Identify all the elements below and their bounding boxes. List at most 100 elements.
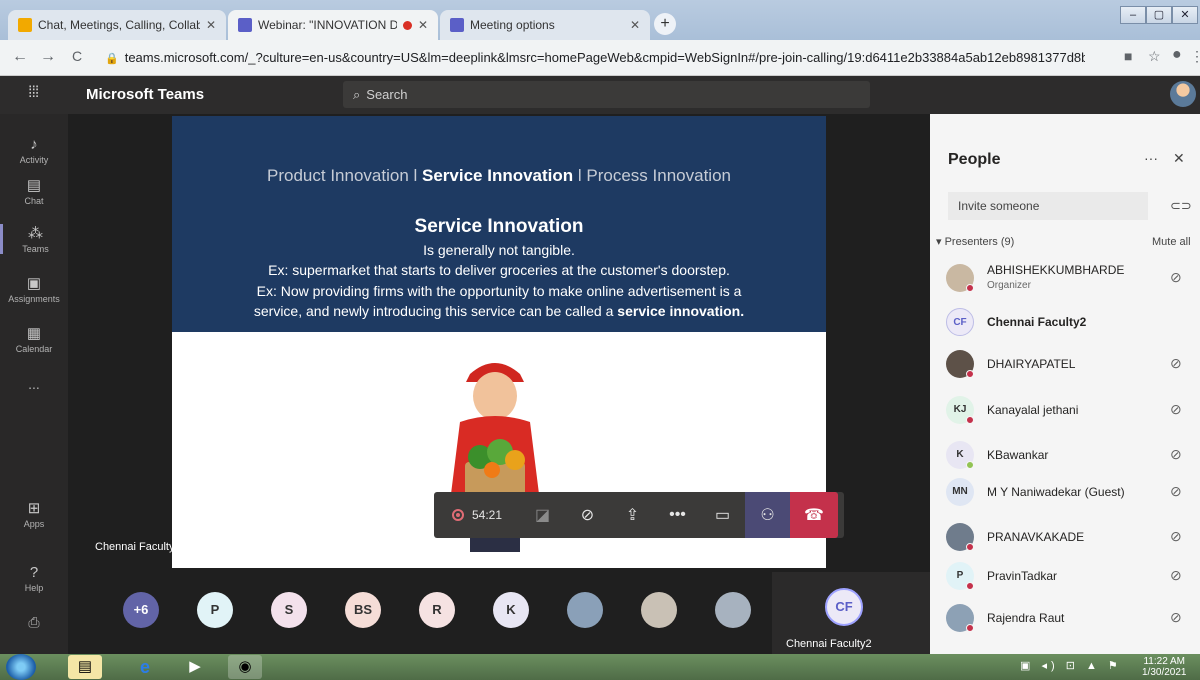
shared-slide-header: Product Innovation l Service Innovation …	[172, 116, 826, 332]
invite-someone-input[interactable]: Invite someone	[948, 192, 1148, 220]
slide-line: Is generally not tangible.	[423, 242, 575, 258]
avatar-label: S	[284, 602, 294, 617]
rail-item-assignments[interactable]: ▣ Assignments	[0, 274, 68, 304]
participant-row[interactable]: ABHISHEKKUMBHARDE Organizer ⊘	[944, 258, 1194, 298]
chat-toggle-button[interactable]: ▭	[700, 492, 745, 538]
participant-avatar[interactable]: S	[271, 592, 307, 628]
rail-label: Chat	[24, 196, 44, 206]
avatar-label: R	[432, 602, 442, 617]
participant-name: PravinTadkar	[987, 569, 1058, 583]
rail-item-help[interactable]: ? Help	[0, 564, 68, 593]
mic-muted-icon[interactable]: ⊘	[1170, 567, 1182, 584]
rail-item-more[interactable]: ...	[0, 376, 68, 392]
rail-item-teams[interactable]: ⁂ Teams	[0, 224, 68, 254]
tab-label: Meeting options	[470, 18, 555, 32]
internet-explorer-icon[interactable]: e	[128, 655, 162, 679]
maximize-button[interactable]: ▢	[1146, 6, 1172, 24]
participant-name: KBawankar	[987, 448, 1049, 462]
participant-avatar[interactable]: P	[197, 592, 233, 628]
slide-line: Ex: supermarket that starts to deliver g…	[268, 262, 730, 278]
rail-item-chat[interactable]: ▤ Chat	[0, 176, 68, 206]
presenters-group-header[interactable]: ▾ Presenters (9)	[936, 235, 1014, 248]
participant-row[interactable]: MN M Y Naniwadekar (Guest) ⊘	[944, 472, 1194, 512]
user-avatar[interactable]	[1170, 81, 1196, 107]
tab-meeting-options[interactable]: Meeting options ✕	[440, 10, 650, 40]
participant-photo-avatar[interactable]	[641, 592, 677, 628]
forward-button[interactable]: →	[40, 48, 56, 66]
camera-off-icon: ◪	[534, 507, 551, 524]
mic-muted-icon[interactable]: ⊘	[1170, 401, 1182, 418]
more-actions-button[interactable]: •••	[655, 492, 700, 538]
more-icon: ...	[28, 376, 40, 392]
close-panel-icon[interactable]: ✕	[1173, 150, 1185, 167]
participant-photo-avatar[interactable]	[567, 592, 603, 628]
mic-muted-icon[interactable]: ⊘	[1170, 528, 1182, 545]
participant-avatar[interactable]: BS	[345, 592, 381, 628]
app-launcher-icon[interactable]: ⁞⁞⁞	[28, 84, 39, 102]
bookmark-star-icon[interactable]: ☆	[1148, 48, 1161, 65]
participants-toggle-button[interactable]: ⚇	[745, 492, 790, 538]
lock-icon: 🔒	[105, 53, 119, 65]
participant-avatar[interactable]: R	[419, 592, 455, 628]
tab-webinar[interactable]: Webinar: "INNOVATION DRI ✕	[228, 10, 438, 40]
camera-blocked-icon[interactable]: ■	[1124, 48, 1132, 64]
back-button[interactable]: ←	[12, 48, 28, 66]
taskbar-clock[interactable]: 11:22 AM 1/30/2021	[1142, 656, 1187, 678]
bell-icon: ♪	[30, 136, 38, 153]
participant-avatar[interactable]: K	[493, 592, 529, 628]
close-window-button[interactable]: ✕	[1172, 6, 1198, 24]
rail-label: Calendar	[15, 344, 53, 354]
brand-title: Microsoft Teams	[86, 86, 205, 103]
start-button[interactable]	[6, 654, 36, 680]
self-avatar: CF	[825, 588, 863, 626]
participant-row[interactable]: Rajendra Raut ⊘	[944, 598, 1194, 638]
url-field[interactable]: 🔒 teams.microsoft.com/_?culture=en-us&cou…	[105, 46, 1085, 70]
participant-row[interactable]: P PravinTadkar ⊘	[944, 556, 1194, 596]
close-tab-icon[interactable]: ✕	[418, 18, 428, 32]
hang-up-button[interactable]: ☎	[790, 492, 838, 538]
speaker-name-label: Chennai Faculty2	[95, 541, 181, 553]
participant-row[interactable]: CF Chennai Faculty2	[944, 302, 1194, 342]
slide-line: Ex: Now providing firms with the opportu…	[256, 283, 742, 299]
camera-off-button[interactable]: ◪	[520, 492, 565, 538]
mic-muted-icon[interactable]: ⊘	[1170, 269, 1182, 286]
rail-item-activity[interactable]: ♪ Activity	[0, 136, 68, 165]
mic-muted-button[interactable]: ⊘	[565, 492, 610, 538]
clock-date: 1/30/2021	[1142, 667, 1187, 678]
file-explorer-icon[interactable]: ▤	[68, 655, 102, 679]
panel-more-icon[interactable]: ···	[1144, 150, 1158, 166]
search-input[interactable]: ⌕ Search	[343, 81, 870, 108]
rail-item-calendar[interactable]: ▦ Calendar	[0, 324, 68, 354]
slide-line-prefix: service, and newly introducing this serv…	[253, 303, 618, 319]
overflow-participants-avatar[interactable]: +6	[123, 592, 159, 628]
reload-button[interactable]: C	[72, 48, 82, 64]
participant-row[interactable]: KJ Kanayalal jethani ⊘	[944, 390, 1194, 430]
mic-muted-icon[interactable]: ⊘	[1170, 609, 1182, 626]
avatar-label: BS	[353, 602, 373, 617]
menu-dots-icon[interactable]: ⋮	[1190, 48, 1200, 65]
minimize-button[interactable]: –	[1120, 6, 1146, 24]
tab-chat[interactable]: Chat, Meetings, Calling, Collabor ✕	[8, 10, 226, 40]
mute-all-button[interactable]: Mute all	[1152, 236, 1191, 248]
copy-link-icon[interactable]: ⊂⊃	[1170, 198, 1192, 214]
share-screen-button[interactable]: ⇪	[610, 492, 655, 538]
chrome-icon[interactable]: ◉	[228, 655, 262, 679]
mic-muted-icon[interactable]: ⊘	[1170, 483, 1182, 500]
rail-item-apps[interactable]: ⊞ Apps	[0, 499, 68, 529]
profile-icon[interactable]: ●	[1172, 46, 1182, 64]
rail-label: Teams	[22, 244, 49, 254]
participant-row[interactable]: DHAIRYAPATEL ⊘	[944, 344, 1194, 384]
close-tab-icon[interactable]: ✕	[206, 18, 216, 32]
participant-row[interactable]: PRANAVKAKADE ⊘	[944, 517, 1194, 557]
new-tab-button[interactable]: +	[654, 13, 676, 35]
download-app-icon[interactable]: ⎙	[0, 614, 68, 631]
teams-icon: ⁂	[28, 225, 43, 242]
media-player-icon[interactable]: ▶	[178, 655, 212, 679]
close-tab-icon[interactable]: ✕	[630, 18, 640, 32]
mic-muted-icon[interactable]: ⊘	[1170, 446, 1182, 463]
mic-muted-icon[interactable]: ⊘	[1170, 355, 1182, 372]
participant-row[interactable]: K KBawankar ⊘	[944, 435, 1194, 475]
rail-label: Assignments	[8, 294, 60, 304]
participant-photo-avatar[interactable]	[715, 592, 751, 628]
system-tray[interactable]: ▣ ◂) ⊡ ▲ ⚑	[1020, 659, 1122, 672]
